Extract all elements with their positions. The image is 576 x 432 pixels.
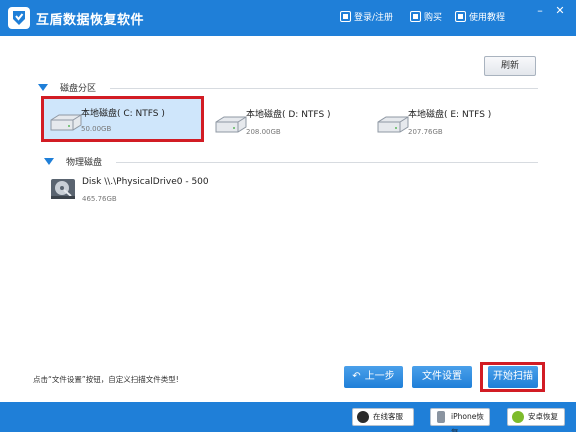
drive-size: 207.76GB [408,128,443,136]
android-recovery-label: 安卓恢复 [528,412,558,421]
physical-drive-name: Disk \\.\PhysicalDrive0 - 500 [82,177,209,187]
hdd-icon [50,114,82,131]
iphone-recovery-button[interactable]: iPhone恢复 [430,408,490,432]
main-panel: 刷新 磁盘分区 本地磁盘( C: NTFS ) 50.00GB 本地磁盘( D:… [0,36,576,402]
drive-size: 208.00GB [246,128,281,136]
physical-drive-0[interactable]: Disk \\.\PhysicalDrive0 - 500 465.76GB [50,173,350,211]
hdd-icon [215,116,247,133]
hint-text: 点击“文件设置”按钮，自定义扫描文件类型! [33,375,179,384]
partitions-header: 磁盘分区 [38,81,538,95]
drive-name: 本地磁盘( D: NTFS ) [246,110,331,120]
online-service-label: 在线客服 [373,412,403,421]
login-link[interactable]: 登录/注册 [340,10,393,23]
file-settings-button[interactable]: 文件设置 [412,366,472,388]
android-icon [512,411,524,423]
previous-step-label: 上一步 [364,371,395,382]
online-service-button[interactable]: 在线客服 [352,408,414,426]
buy-link[interactable]: 购买 [410,10,442,23]
tutorial-icon [455,11,466,22]
android-recovery-button[interactable]: 安卓恢复 [507,408,565,426]
login-icon [340,11,351,22]
qq-icon [357,411,369,423]
partitions-label: 磁盘分区 [60,84,97,94]
scan-highlight: 开始扫描 [480,362,545,392]
minimize-button[interactable]: – [533,4,547,18]
close-button[interactable]: ✕ [553,4,567,18]
drive-name: 本地磁盘( C: NTFS ) [81,109,165,119]
collapse-triangle-icon[interactable] [44,158,54,165]
title-bar: 互盾数据恢复软件 登录/注册 购买 使用教程 – ✕ [0,0,576,36]
tutorial-link[interactable]: 使用教程 [455,10,505,23]
physical-label: 物理磁盘 [66,158,103,168]
buy-label: 购买 [424,13,443,23]
drive-size: 50.00GB [81,125,112,133]
iphone-recovery-label: iPhone恢复 [451,412,484,432]
drive-e[interactable]: 本地磁盘( E: NTFS ) 207.76GB [368,98,528,150]
physical-disk-icon [51,179,75,199]
app-title: 互盾数据恢复软件 [36,13,145,28]
physical-header: 物理磁盘 [44,155,538,169]
hdd-icon [377,116,409,133]
physical-drive-size: 465.76GB [82,195,117,203]
drive-name: 本地磁盘( E: NTFS ) [408,110,492,120]
divider [116,162,538,163]
footer-bar: 在线客服 iPhone恢复 安卓恢复 [0,402,576,432]
iphone-icon [437,411,445,423]
start-scan-button[interactable]: 开始扫描 [488,366,538,388]
refresh-button[interactable]: 刷新 [484,56,536,76]
previous-step-button[interactable]: ↶ 上一步 [344,366,403,388]
back-arrow-icon: ↶ [352,371,361,382]
tutorial-label: 使用教程 [469,13,506,23]
app-logo-icon [8,7,30,29]
drive-d[interactable]: 本地磁盘( D: NTFS ) 208.00GB [206,98,366,150]
divider [110,88,538,89]
login-label: 登录/注册 [354,13,394,23]
collapse-triangle-icon[interactable] [38,84,48,91]
drive-c[interactable]: 本地磁盘( C: NTFS ) 50.00GB [41,96,204,142]
cart-icon [410,11,421,22]
